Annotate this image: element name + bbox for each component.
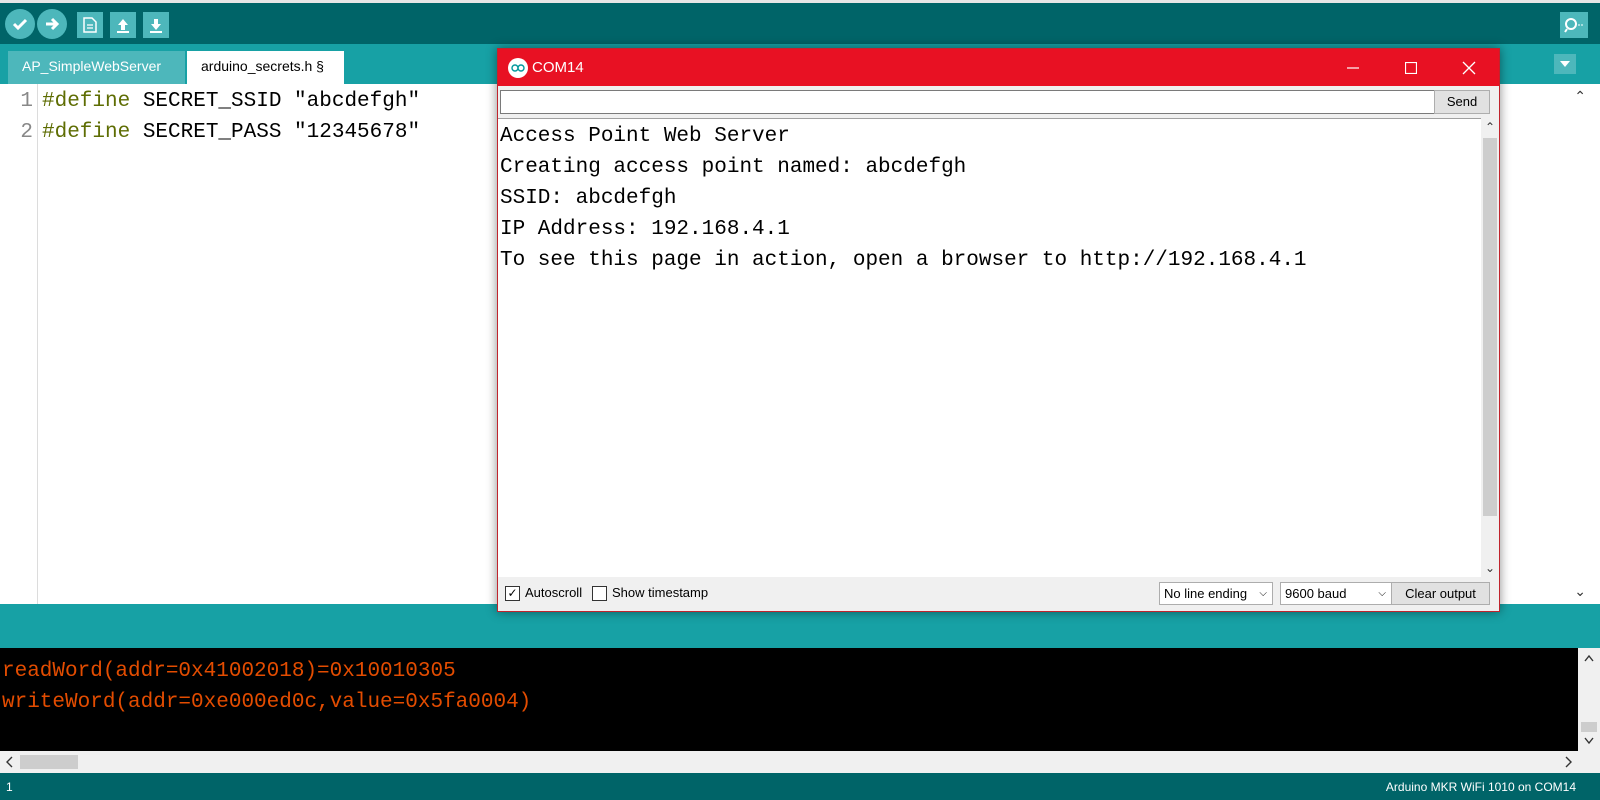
document-icon [83,17,97,33]
console-horizontal-scrollbar[interactable] [0,751,1578,773]
output-line: SSID: abcdefgh [500,187,677,210]
save-sketch-button[interactable] [143,12,169,38]
scroll-right-icon[interactable] [1558,751,1578,773]
console-line: readWord(addr=0x41002018)=0x10010305 [2,660,456,683]
scroll-down-icon [1584,737,1594,745]
autoscroll-checkbox[interactable]: ✓ [505,586,520,601]
scroll-left-icon[interactable] [0,751,20,773]
console-line: writeWord(addr=0xe000ed0c,value=0x5fa000… [2,691,532,714]
chevron-down-icon [1560,61,1570,67]
serial-monitor-button[interactable] [1560,12,1588,38]
editor-scroll-down-icon[interactable]: ⌄ [1574,583,1586,600]
close-button[interactable] [1440,49,1498,86]
code-identifier: SECRET_PASS [130,121,295,144]
code-string: "12345678" [294,121,421,144]
serial-options-row: ✓ Autoscroll Show timestamp No line endi… [498,577,1499,611]
output-line: Access Point Web Server [500,125,790,148]
arrow-right-icon [46,17,60,31]
code-keyword: #define [42,121,131,144]
code-keyword: #define [42,90,131,113]
show-timestamp-label: Show timestamp [612,585,709,600]
chevron-down-icon: ⌵ [1378,588,1386,599]
check-icon [12,18,28,31]
scroll-up-icon [1584,654,1594,662]
minimize-icon [1347,66,1359,69]
scroll-thumb [1581,722,1597,732]
clear-output-button[interactable]: Clear output [1391,582,1490,605]
minimize-button[interactable] [1324,49,1382,86]
status-bar: 1 Arduino MKR WiFi 1010 on COM14 [0,773,1600,800]
code-line[interactable]: #define SECRET_PASS "12345678" [42,121,420,144]
close-icon [1462,61,1476,74]
baud-rate-value: 9600 baud [1285,586,1347,601]
line-number: 2 [20,121,33,144]
scroll-up-icon[interactable]: ⌃ [1485,120,1495,134]
arrow-up-icon [117,19,129,33]
serial-monitor-titlebar[interactable]: COM14 [498,49,1499,86]
line-number-gutter: 1 2 [0,84,38,604]
new-sketch-button[interactable] [77,12,103,38]
console-vertical-scrollbar[interactable] [1578,648,1600,751]
serial-input-field[interactable] [500,90,1439,114]
code-line[interactable]: #define SECRET_SSID "abcdefgh" [42,90,420,113]
upload-button[interactable] [37,9,67,39]
arduino-logo-icon [508,58,528,78]
open-sketch-button[interactable] [110,12,136,38]
baud-rate-select[interactable]: 9600 baud ⌵ [1280,582,1392,605]
code-string: "abcdefgh" [294,90,421,113]
scroll-thumb[interactable] [1483,138,1497,516]
board-port-indicator: Arduino MKR WiFi 1010 on COM14 [1385,780,1576,794]
tab-ap-simplewebserver[interactable]: AP_SimpleWebServer [8,51,185,84]
tab-menu-button[interactable] [1554,54,1576,74]
code-identifier: SECRET_SSID [130,90,295,113]
autoscroll-label: Autoscroll [525,585,583,600]
output-vertical-scrollbar[interactable]: ⌃ ⌄ [1481,118,1499,577]
output-line: Creating access point named: abcdefgh [500,156,967,179]
scroll-thumb[interactable] [20,755,78,769]
maximize-icon [1405,61,1417,74]
scrollbar-corner [1578,751,1600,773]
verify-button[interactable] [5,9,35,39]
serial-output[interactable]: Access Point Web Server Creating access … [498,118,1481,577]
editor-scroll-up-icon[interactable]: ⌃ [1574,88,1586,105]
send-button[interactable]: Send [1434,90,1490,114]
show-timestamp-checkbox[interactable] [592,586,607,601]
line-number: 1 [20,90,33,113]
console-output: readWord(addr=0x41002018)=0x10010305 wri… [0,648,1600,751]
serial-monitor-window: COM14 Send Access Point Web Server Creat… [497,48,1500,612]
output-line: IP Address: 192.168.4.1 [500,218,790,241]
window-title: COM14 [532,59,584,76]
output-line: To see this page in action, open a brows… [500,249,1307,272]
magnifier-icon [1564,18,1583,33]
toolbar [0,0,1600,44]
arrow-down-icon [150,19,162,33]
line-ending-value: No line ending [1164,586,1248,601]
tab-arduino-secrets[interactable]: arduino_secrets.h § [187,51,344,84]
chevron-down-icon: ⌵ [1259,588,1267,599]
line-ending-select[interactable]: No line ending ⌵ [1159,582,1273,605]
scroll-down-icon[interactable]: ⌄ [1485,561,1495,575]
line-indicator: 1 [6,780,13,794]
maximize-button[interactable] [1382,49,1440,86]
send-row: Send [498,86,1499,118]
